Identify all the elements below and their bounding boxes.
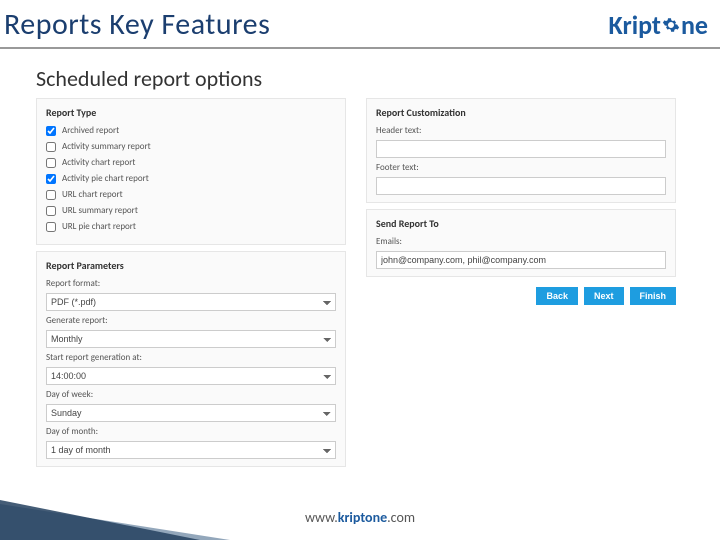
report-type-label: Activity summary report: [62, 141, 151, 152]
content: Report Type Archived report Activity summ…: [0, 98, 720, 467]
brand-text-1: Kript: [609, 9, 661, 41]
report-type-label: URL pie chart report: [62, 221, 136, 232]
start-time-select[interactable]: 14:00:00: [46, 367, 336, 385]
report-type-panel: Report Type Archived report Activity summ…: [36, 98, 346, 245]
send-report-title: Send Report To: [376, 217, 666, 230]
report-parameters-panel: Report Parameters Report format: PDF (*.…: [36, 251, 346, 467]
gear-icon: [662, 16, 680, 34]
report-type-title: Report Type: [46, 106, 336, 119]
report-type-item: URL summary report: [46, 205, 336, 216]
report-type-checkbox[interactable]: [46, 190, 56, 200]
report-type-checkbox[interactable]: [46, 174, 56, 184]
footer-text-input[interactable]: [376, 177, 666, 195]
report-type-item: Activity summary report: [46, 141, 336, 152]
report-type-label: Activity pie chart report: [62, 173, 149, 184]
report-type-checkbox[interactable]: [46, 142, 56, 152]
button-row: Back Next Finish: [366, 287, 676, 305]
emails-input[interactable]: [376, 251, 666, 269]
report-type-label: URL chart report: [62, 189, 123, 200]
start-time-label: Start report generation at:: [46, 352, 336, 363]
brand-text-2: ne: [681, 9, 708, 41]
send-report-panel: Send Report To Emails:: [366, 209, 676, 277]
report-type-item: URL chart report: [46, 189, 336, 200]
emails-label: Emails:: [376, 236, 666, 247]
report-format-select[interactable]: PDF (*.pdf): [46, 293, 336, 311]
report-parameters-title: Report Parameters: [46, 259, 336, 272]
header: Reports Key Features Kript ne: [0, 0, 720, 49]
generate-report-label: Generate report:: [46, 315, 336, 326]
report-type-item: URL pie chart report: [46, 221, 336, 232]
footer-brand: kriptone: [338, 509, 387, 526]
header-text-label: Header text:: [376, 125, 666, 136]
report-customization-title: Report Customization: [376, 106, 666, 119]
report-type-label: URL summary report: [62, 205, 138, 216]
report-type-checkbox[interactable]: [46, 206, 56, 216]
generate-report-select[interactable]: Monthly: [46, 330, 336, 348]
subtitle: Scheduled report options: [36, 65, 720, 92]
finish-button[interactable]: Finish: [630, 287, 677, 305]
report-type-checkbox[interactable]: [46, 222, 56, 232]
brand-logo: Kript ne: [609, 9, 708, 41]
page-title: Reports Key Features: [4, 6, 270, 43]
report-type-item: Activity chart report: [46, 157, 336, 168]
report-type-checkbox[interactable]: [46, 126, 56, 136]
next-button[interactable]: Next: [584, 287, 624, 305]
left-column: Report Type Archived report Activity summ…: [36, 98, 346, 467]
day-of-week-label: Day of week:: [46, 389, 336, 400]
back-button[interactable]: Back: [536, 287, 578, 305]
report-type-item: Activity pie chart report: [46, 173, 336, 184]
report-customization-panel: Report Customization Header text: Footer…: [366, 98, 676, 203]
report-format-label: Report format:: [46, 278, 336, 289]
report-type-item: Archived report: [46, 125, 336, 136]
report-type-label: Activity chart report: [62, 157, 135, 168]
footer-com: .com: [387, 509, 415, 526]
header-text-input[interactable]: [376, 140, 666, 158]
day-of-week-select[interactable]: Sunday: [46, 404, 336, 422]
right-column: Report Customization Header text: Footer…: [366, 98, 676, 467]
report-type-checkbox[interactable]: [46, 158, 56, 168]
footer-www: www.: [305, 509, 338, 526]
day-of-month-select[interactable]: 1 day of month: [46, 441, 336, 459]
footer-url: www.kriptone.com: [0, 509, 720, 526]
footer-text-label: Footer text:: [376, 162, 666, 173]
report-type-label: Archived report: [62, 125, 119, 136]
day-of-month-label: Day of month:: [46, 426, 336, 437]
